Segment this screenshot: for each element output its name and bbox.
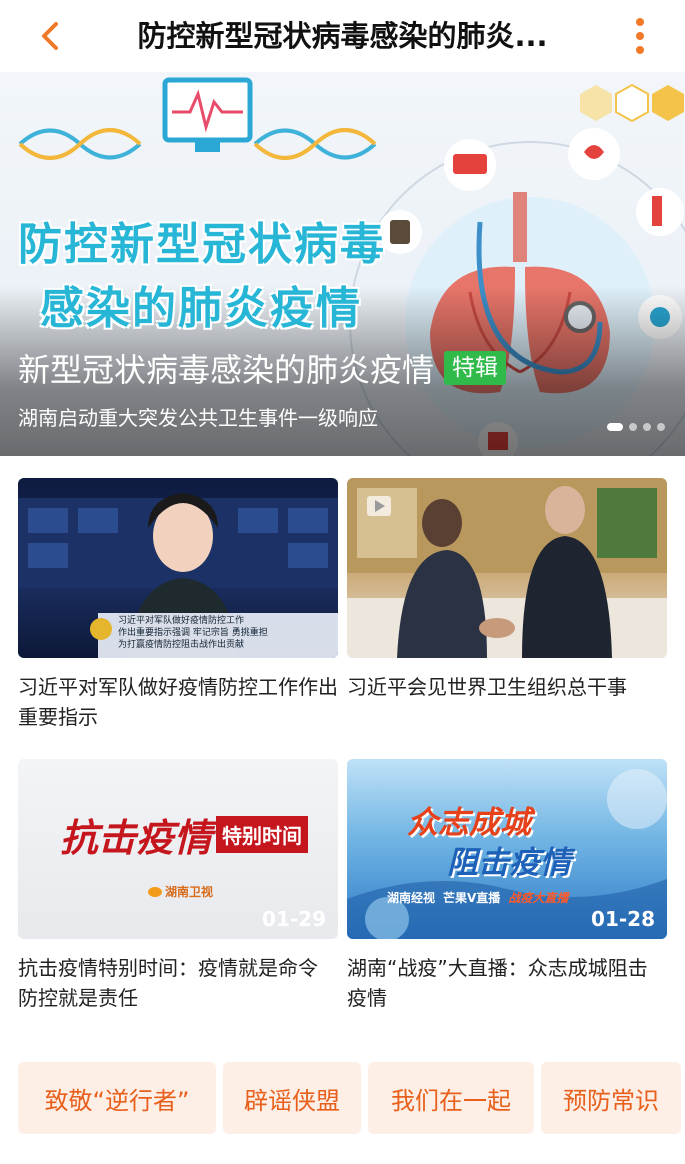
banner-headline: 新型冠状病毒感染的肺炎疫情: [18, 351, 435, 389]
channel-logo-text: 湖南卫视: [165, 885, 214, 899]
page-title: 防控新型冠状病毒感染的肺炎...: [137, 19, 548, 53]
carousel-dot[interactable]: [657, 423, 665, 431]
back-button[interactable]: [30, 18, 70, 54]
thumb-art-title: 抗击疫情 特别时间: [60, 807, 309, 862]
channel-logos: 湖南经视 芒果V直播 战疫大直播: [387, 889, 568, 906]
news-card[interactable]: 习近平对军队做好疫情防控工作 作出重要指示强调 牢记宗旨 勇挑重担 为打赢疫情防…: [18, 478, 338, 732]
carousel-dot[interactable]: [629, 423, 637, 431]
tag-salute-retrogrades[interactable]: 致敬“逆行者”: [18, 1062, 216, 1134]
art-main-text: 抗击疫情: [60, 815, 213, 860]
news-title[interactable]: 湖南“战疫”大直播：众志成城阻击疫情: [347, 953, 667, 1013]
caption-line: 作出重要指示强调 牢记宗旨 勇挑重担: [118, 628, 268, 638]
banner-subtitle: 湖南启动重大突发公共卫生事件一级响应: [18, 406, 378, 430]
top-bar: 防控新型冠状病毒感染的肺炎...: [0, 0, 685, 72]
news-thumbnail: 习近平对军队做好疫情防控工作 作出重要指示强调 牢记宗旨 勇挑重担 为打赢疫情防…: [18, 478, 338, 658]
meeting-image: [347, 478, 667, 658]
art-line1: 众志成城: [407, 805, 531, 841]
channel-logo-icon: [148, 886, 162, 897]
date-badge: 01-28: [591, 907, 655, 931]
channel-logo-text: 战疫大直播: [508, 891, 569, 905]
channel-logo: 湖南卫视: [148, 883, 213, 900]
news-card[interactable]: 众志成城 阻击疫情 湖南经视 芒果V直播 战疫大直播 01-28 湖南“战疫”大…: [347, 759, 667, 1013]
banner-art-title-line1: 防控新型冠状病毒: [18, 219, 386, 270]
chevron-left-icon: [42, 22, 58, 50]
news-thumbnail: [347, 478, 667, 658]
special-badge: 特辑: [444, 351, 507, 385]
channel-logo-text: 芒果V直播: [443, 891, 501, 905]
hero-banner[interactable]: 防控新型冠状病毒 感染的肺炎疫情 新型冠状病毒感染的肺炎疫情 特辑 湖南启动重大…: [0, 72, 685, 456]
banner-headline-row: 新型冠状病毒感染的肺炎疫情 特辑: [18, 345, 507, 391]
tag-rumor-busters[interactable]: 辟谣侠盟: [223, 1062, 361, 1134]
art-line2: 阻击疫情: [447, 845, 571, 881]
caption-line: 为打赢疫情防控阻击战作出贡献: [118, 640, 245, 650]
news-title[interactable]: 抗击疫情特别时间：疫情就是命令 防控就是责任: [18, 953, 338, 1013]
carousel-indicator[interactable]: [607, 423, 665, 431]
news-card[interactable]: 抗击疫情 特别时间 湖南卫视 01-29 抗击疫情特别时间：疫情就是命令 防控就…: [18, 759, 338, 1013]
tag-together[interactable]: 我们在一起: [368, 1062, 534, 1134]
news-title[interactable]: 习近平会见世界卫生组织总干事: [347, 672, 667, 702]
channel-logo-text: 湖南经视: [387, 891, 436, 905]
news-title[interactable]: 习近平对军队做好疫情防控工作作出重要指示: [18, 672, 338, 732]
date-badge: 01-29: [262, 907, 326, 931]
banner-art-title-line2: 感染的肺炎疫情: [40, 283, 362, 334]
news-thumbnail: 抗击疫情 特别时间 湖南卫视 01-29: [18, 759, 338, 939]
carousel-dot[interactable]: [643, 423, 651, 431]
caption-overlay: 习近平对军队做好疫情防控工作 作出重要指示强调 牢记宗旨 勇挑重担 为打赢疫情防…: [118, 615, 268, 651]
art-box-text: 特别时间: [216, 816, 309, 853]
news-card[interactable]: 习近平会见世界卫生组织总干事: [347, 478, 667, 702]
carousel-dot-active[interactable]: [607, 423, 623, 431]
topic-tags: 致敬“逆行者” 辟谣侠盟 我们在一起 预防常识: [18, 1062, 681, 1134]
more-vertical-icon[interactable]: [633, 16, 647, 56]
tag-prevention-tips[interactable]: 预防常识: [541, 1062, 681, 1134]
caption-line: 习近平对军队做好疫情防控工作: [118, 616, 245, 626]
news-thumbnail: 众志成城 阻击疫情 湖南经视 芒果V直播 战疫大直播 01-28: [347, 759, 667, 939]
